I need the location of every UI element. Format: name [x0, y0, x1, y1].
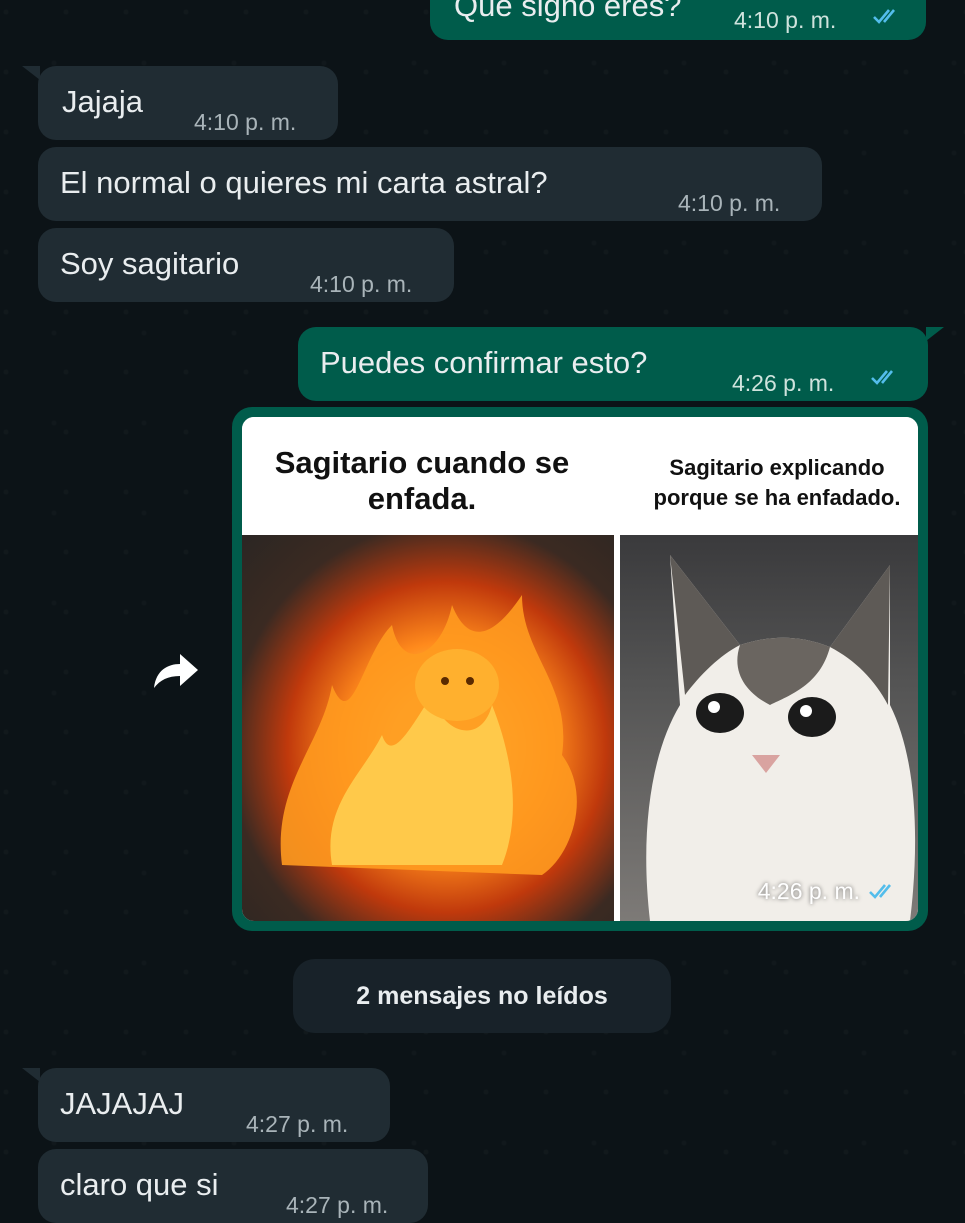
burning-cat-panel	[242, 535, 614, 921]
message-bubble-incoming[interactable]: Soy sagitario 4:10 p. m.	[38, 228, 454, 302]
bubble-tail	[926, 327, 944, 341]
message-bubble-incoming[interactable]: JAJAJAJ 4:27 p. m.	[38, 1068, 390, 1142]
message-text: El normal o quieres mi carta astral?	[60, 165, 548, 200]
meme-caption-right: Sagitario explicando porque se ha enfada…	[653, 455, 901, 510]
message-bubble-incoming[interactable]: Jajaja 4:10 p. m.	[38, 66, 338, 140]
message-media-outgoing[interactable]: Sagitario cuando se enfada. Sagitario ex…	[232, 407, 928, 931]
crying-cat-panel: 4:26 p. m.	[620, 535, 918, 921]
message-bubble-outgoing[interactable]: Qué signo eres? 4:10 p. m.	[430, 0, 926, 40]
meme-caption-bar: Sagitario cuando se enfada. Sagitario ex…	[242, 417, 918, 535]
message-time: 4:10 p. m.	[194, 109, 297, 135]
message-time: 4:10 p. m.	[310, 271, 413, 297]
message-text: Jajaja	[62, 84, 143, 119]
message-time: 4:27 p. m.	[286, 1192, 389, 1218]
double-check-icon	[873, 9, 895, 24]
message-time: 4:26 p. m.	[757, 878, 860, 904]
double-check-icon	[871, 370, 893, 385]
message-bubble-incoming[interactable]: El normal o quieres mi carta astral? 4:1…	[38, 147, 822, 221]
unread-messages-divider: 2 mensajes no leídos	[293, 959, 671, 1033]
bubble-tail	[22, 1068, 40, 1082]
fire-cat-illustration	[280, 595, 577, 875]
message-time: 4:26 p. m.	[732, 370, 835, 396]
message-text: claro que si	[60, 1167, 219, 1202]
message-bubble-outgoing[interactable]: Puedes confirmar esto? 4:26 p. m.	[298, 327, 928, 401]
message-time: 4:10 p. m.	[678, 190, 781, 216]
message-text: JAJAJAJ	[60, 1086, 185, 1121]
double-check-icon	[869, 884, 891, 899]
message-text: Qué signo eres?	[454, 0, 682, 23]
message-text: Puedes confirmar esto?	[320, 345, 648, 380]
forward-arrow-icon[interactable]	[146, 648, 202, 692]
message-time: 4:27 p. m.	[246, 1111, 349, 1137]
message-time: 4:10 p. m.	[734, 7, 837, 33]
bubble-tail	[22, 66, 40, 80]
meme-image[interactable]: Sagitario cuando se enfada. Sagitario ex…	[242, 417, 918, 921]
message-bubble-incoming[interactable]: claro que si 4:27 p. m.	[38, 1149, 428, 1223]
message-text: Soy sagitario	[60, 246, 240, 281]
meme-caption-left: Sagitario cuando se enfada.	[274, 445, 570, 516]
crying-cat-illustration	[646, 555, 916, 921]
